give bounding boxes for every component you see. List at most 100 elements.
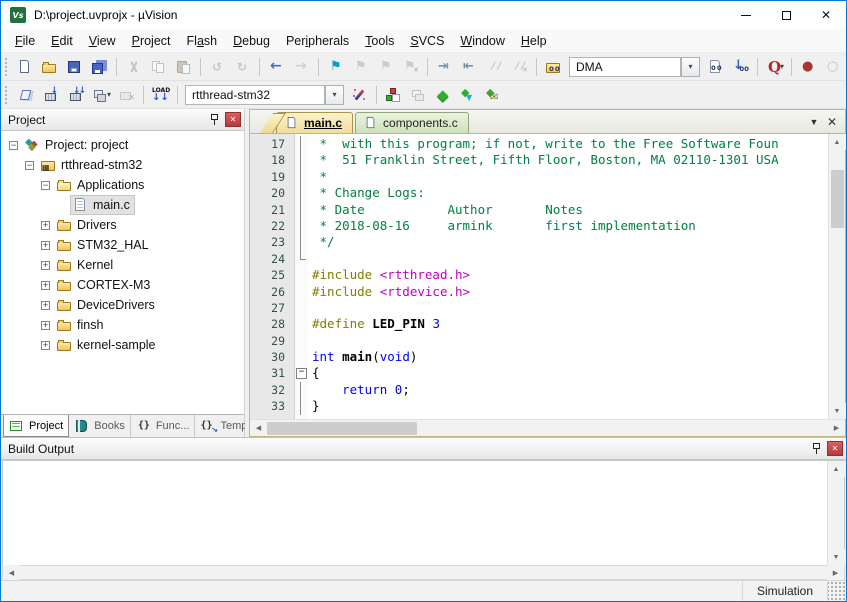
tree-item-kernel-sample[interactable]: kernel-sample (1, 335, 244, 355)
scroll-left-icon[interactable]: ◀ (250, 420, 267, 436)
panel-tab-project[interactable]: Project (3, 415, 69, 437)
code-line[interactable]: 27 (250, 300, 828, 316)
scroll-up-icon[interactable]: ▲ (829, 134, 846, 150)
undo-button[interactable] (205, 55, 230, 78)
find-in-files-button[interactable] (541, 55, 566, 78)
tree-expander[interactable] (41, 241, 50, 250)
unindent-button[interactable] (457, 55, 482, 78)
batch-build-button[interactable]: ▾ (89, 83, 114, 106)
panel-tab-books[interactable]: Books (69, 415, 131, 437)
editor-tab-main-c[interactable]: main.c (276, 112, 353, 133)
code-line[interactable]: 33} (250, 398, 828, 414)
manage-rte-button[interactable] (431, 83, 456, 106)
menu-flash[interactable]: Flash (179, 31, 226, 51)
tree-item-finsh[interactable]: finsh (1, 315, 244, 335)
tree-item-kernel[interactable]: Kernel (1, 255, 244, 275)
scroll-down-icon[interactable]: ▼ (828, 549, 845, 565)
build-output-horizontal-scrollbar[interactable]: ◀ ▶ (2, 565, 845, 580)
menu-project[interactable]: Project (124, 31, 179, 51)
tree-expander[interactable] (41, 181, 50, 190)
code-line[interactable]: 21 * Date Author Notes (250, 202, 828, 218)
tree-item-main-c[interactable]: main.c (1, 195, 244, 215)
tab-list-button[interactable]: ▼ (805, 113, 823, 131)
scrollbar-thumb[interactable] (267, 422, 417, 435)
scrollbar-thumb[interactable] (831, 170, 844, 228)
minimize-button[interactable] (726, 1, 766, 29)
panel-tab-func[interactable]: Func... (131, 415, 196, 437)
tree-expander[interactable] (41, 321, 50, 330)
code-line[interactable]: 32 return 0; (250, 382, 828, 398)
code-line[interactable]: 22 * 2018-08-16 armink first implementat… (250, 218, 828, 234)
fold-toggle[interactable] (294, 365, 308, 381)
find-in-files-doc-button[interactable] (703, 55, 728, 78)
new-file-button[interactable] (12, 55, 37, 78)
translate-button[interactable] (14, 83, 39, 106)
build-output-close-button[interactable]: ✕ (827, 441, 843, 456)
scroll-right-icon[interactable]: ▶ (827, 565, 844, 581)
tree-expander[interactable] (41, 261, 50, 270)
stop-build-button[interactable] (114, 83, 139, 106)
code-line[interactable]: 28#define LED_PIN 3 (250, 316, 828, 332)
code-line[interactable]: 20 * Change Logs: (250, 185, 828, 201)
build-output-pin-button[interactable] (807, 440, 825, 457)
tree-item-drivers[interactable]: Drivers (1, 215, 244, 235)
lookup-button[interactable]: ▾ (762, 55, 787, 78)
code-line[interactable]: 18 * 51 Franklin Street, Fifth Floor, Bo… (250, 152, 828, 168)
download-button[interactable] (148, 83, 173, 106)
tree-item-stm32-hal[interactable]: STM32_HAL (1, 235, 244, 255)
target-combo[interactable]: rtthread-stm32 (185, 85, 325, 105)
tree-expander[interactable] (41, 301, 50, 310)
save-all-button[interactable] (87, 55, 112, 78)
search-combo[interactable]: DMA (569, 57, 681, 77)
select-packs-button[interactable] (456, 83, 481, 106)
menu-debug[interactable]: Debug (225, 31, 278, 51)
editor-horizontal-scrollbar[interactable]: ◀ ▶ (250, 419, 845, 436)
resize-grip[interactable] (828, 581, 846, 601)
previous-bookmark-button[interactable] (348, 55, 373, 78)
menu-file[interactable]: File (7, 31, 43, 51)
project-pin-button[interactable] (205, 111, 223, 128)
scroll-right-icon[interactable]: ▶ (828, 420, 845, 436)
code-line[interactable]: 17 * with this program; if not, write to… (250, 136, 828, 152)
redo-button[interactable] (230, 55, 255, 78)
tree-expander[interactable] (25, 161, 34, 170)
navigate-forward-button[interactable] (289, 55, 314, 78)
incremental-find-button[interactable] (728, 55, 753, 78)
target-dropdown-button[interactable]: ▾ (325, 85, 344, 105)
editor-vertical-scrollbar[interactable]: ▲ ▼ (828, 134, 845, 419)
menu-edit[interactable]: Edit (43, 31, 81, 51)
code-line[interactable]: 19 * (250, 169, 828, 185)
code-line[interactable]: 25#include <rtthread.h> (250, 267, 828, 283)
scroll-left-icon[interactable]: ◀ (3, 565, 20, 581)
disable-breakpoint-button[interactable] (821, 55, 846, 78)
maximize-button[interactable] (766, 1, 806, 29)
code-line[interactable]: 24 (250, 251, 828, 267)
indent-button[interactable] (432, 55, 457, 78)
menu-help[interactable]: Help (513, 31, 555, 51)
clear-bookmarks-button[interactable] (398, 55, 423, 78)
paste-button[interactable] (171, 55, 196, 78)
tab-close-button[interactable]: ✕ (823, 113, 841, 131)
menu-window[interactable]: Window (452, 31, 512, 51)
tree-expander[interactable] (41, 341, 50, 350)
code-line[interactable]: 23 */ (250, 234, 828, 250)
tree-expander[interactable] (9, 141, 18, 150)
target-options-button[interactable] (347, 83, 372, 106)
menu-svcs[interactable]: SVCS (402, 31, 452, 51)
pack-installer-button[interactable] (481, 83, 506, 106)
next-bookmark-button[interactable] (373, 55, 398, 78)
uncomment-button[interactable] (507, 55, 532, 78)
tree-item-rtthread-stm32[interactable]: rtthread-stm32 (1, 155, 244, 175)
close-button[interactable]: ✕ (806, 1, 846, 29)
menu-view[interactable]: View (81, 31, 124, 51)
tree-expander[interactable] (41, 221, 50, 230)
cut-button[interactable] (121, 55, 146, 78)
tree-item-applications[interactable]: Applications (1, 175, 244, 195)
insert-breakpoint-button[interactable] (796, 55, 821, 78)
code-area[interactable]: 17 * with this program; if not, write to… (250, 134, 828, 419)
code-line[interactable]: 30int main(void) (250, 349, 828, 365)
code-line[interactable]: 26#include <rtdevice.h> (250, 284, 828, 300)
comment-button[interactable] (482, 55, 507, 78)
code-line[interactable]: 29 (250, 333, 828, 349)
build-output-vertical-scrollbar[interactable]: ▲ ▼ (827, 461, 844, 565)
